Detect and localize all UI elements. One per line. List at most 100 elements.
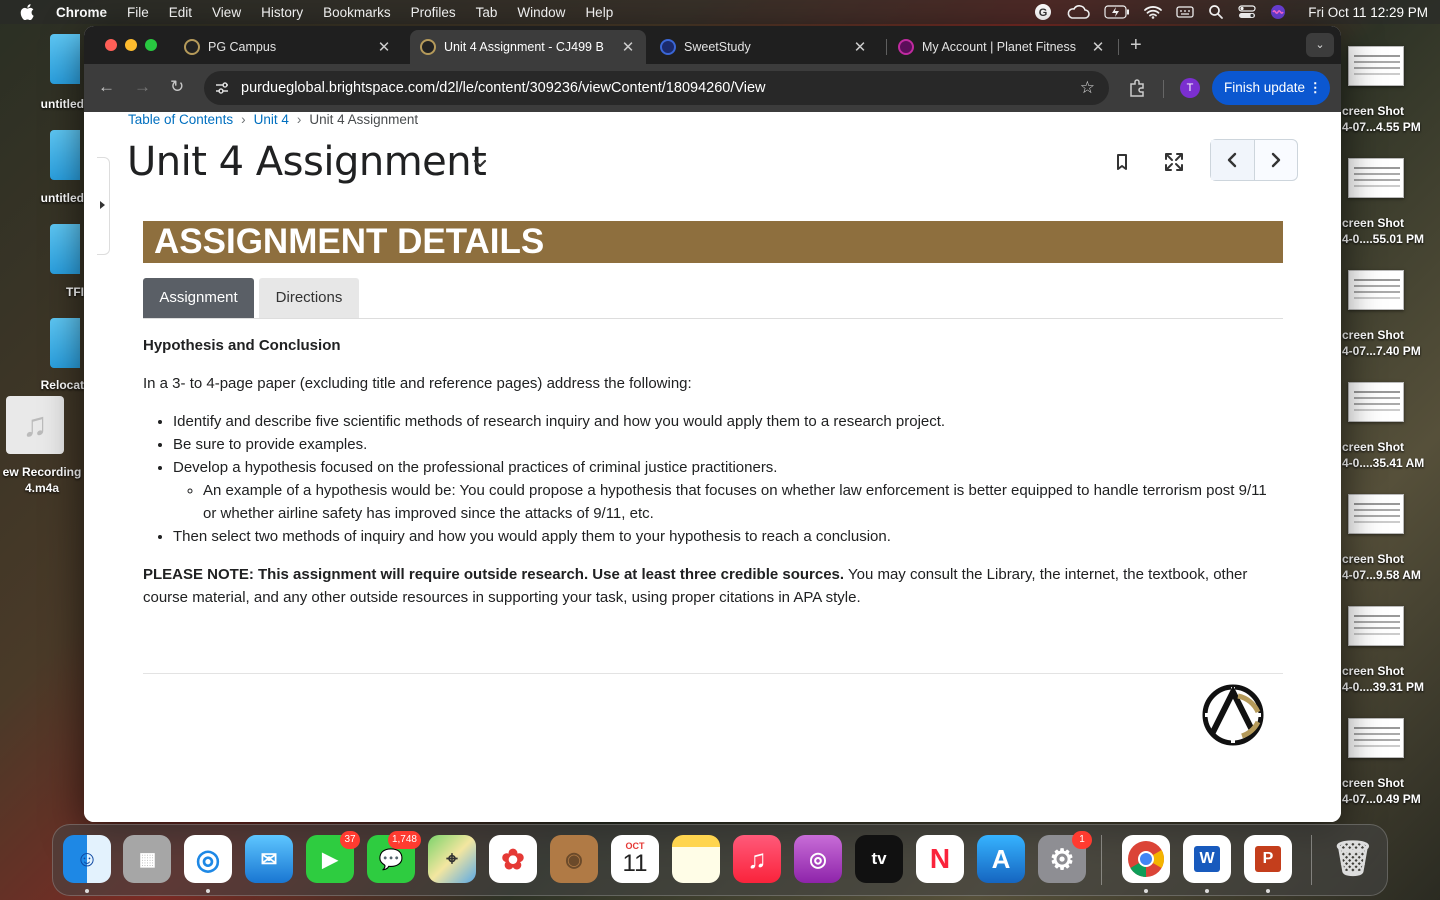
safari-icon[interactable]: ◎ [184, 835, 232, 883]
news-icon[interactable]: N [916, 835, 964, 883]
menu-history[interactable]: History [261, 5, 303, 20]
breadcrumb-table-of-contents[interactable]: Table of Contents [128, 112, 233, 127]
menu-edit[interactable]: Edit [169, 5, 192, 20]
url-text[interactable]: purdueglobal.brightspace.com/d2l/le/cont… [241, 80, 766, 96]
apple-tv-icon[interactable]: tv [855, 835, 903, 883]
reload-icon[interactable]: ↻ [170, 77, 184, 97]
audio-file-icon[interactable]: ♫ [6, 396, 64, 454]
finder-icon[interactable]: ☺ [63, 835, 111, 883]
close-tab-icon[interactable]: ✕ [852, 38, 868, 56]
screenshot-thumbnail [1348, 382, 1404, 422]
minimize-window-button[interactable] [125, 39, 137, 51]
site-info-icon[interactable] [214, 80, 230, 96]
screenshot-file[interactable]: creen Shot 4-07...4.55 PM [1342, 40, 1440, 152]
desktop-item-label[interactable]: ew Recording 4.m4a [0, 464, 84, 496]
menu-profiles[interactable]: Profiles [411, 5, 456, 20]
address-bar[interactable]: purdueglobal.brightspace.com/d2l/le/cont… [204, 71, 1109, 105]
note-bold-text: PLEASE NOTE: This assignment will requir… [143, 566, 845, 583]
requirements-list: Identify and describe five scientific me… [173, 410, 1283, 548]
wifi-icon[interactable] [1144, 5, 1163, 19]
assignment-details-banner: ASSIGNMENT DETAILS [143, 221, 1283, 263]
trash-icon[interactable]: 🗑 [1329, 835, 1377, 883]
close-window-button[interactable] [105, 39, 117, 51]
cloud-sync-icon[interactable] [1066, 4, 1090, 20]
control-center-icon[interactable] [1238, 5, 1256, 19]
menubar-clock[interactable]: Fri Oct 11 12:29 PM [1308, 5, 1428, 20]
profile-avatar[interactable]: T [1180, 78, 1200, 98]
screenshot-file[interactable]: creen Shot 4-0....35.41 AM [1342, 376, 1440, 488]
desktop-item-label: untitled [40, 191, 84, 205]
mail-icon[interactable]: ✉ [245, 835, 293, 883]
spotlight-search-icon[interactable] [1208, 4, 1224, 20]
tab-directions[interactable]: Directions [259, 278, 359, 318]
bookmark-star-icon[interactable]: ☆ [1080, 78, 1095, 98]
apple-icon[interactable] [20, 4, 34, 20]
previous-topic-button[interactable] [1211, 140, 1255, 180]
close-tab-icon[interactable]: ✕ [1090, 38, 1106, 56]
calendar-icon[interactable]: OCT 11 [611, 835, 659, 883]
tab-assignment[interactable]: Assignment [143, 278, 254, 318]
keyboard-icon[interactable] [1176, 5, 1194, 19]
tab-search-chevron-icon[interactable]: ⌄ [1306, 33, 1334, 57]
desktop-item-label: untitled [40, 97, 84, 111]
battery-icon[interactable] [1104, 5, 1130, 19]
running-indicator [1205, 889, 1209, 893]
list-item: Identify and describe five scientific me… [173, 410, 1283, 433]
file-name: creen Shot [1342, 440, 1405, 454]
launchpad-icon[interactable]: ▦ [123, 835, 171, 883]
podcasts-icon[interactable]: ◎ [794, 835, 842, 883]
menu-file[interactable]: File [127, 5, 149, 20]
sidebar-expand-toggle[interactable] [97, 157, 110, 255]
menu-window[interactable]: Window [517, 5, 565, 20]
bookmark-icon[interactable] [1115, 153, 1129, 171]
screenshot-thumbnail [1348, 270, 1404, 310]
menu-bookmarks[interactable]: Bookmarks [323, 5, 391, 20]
svg-text:G: G [1039, 7, 1048, 19]
zoom-window-button[interactable] [145, 39, 157, 51]
photos-icon[interactable]: ✿ [489, 835, 537, 883]
close-tab-icon[interactable]: ✕ [620, 38, 636, 56]
chevron-right-icon [1271, 152, 1280, 168]
browser-tab-pg-campus[interactable]: PG Campus ✕ [172, 30, 402, 64]
chrome-icon[interactable] [1122, 835, 1170, 883]
screenshot-file[interactable]: creen Shot 4-0....55.01 PM [1342, 152, 1440, 264]
finish-update-button[interactable]: Finish update ⋮ [1212, 71, 1330, 105]
maps-icon[interactable]: ⌖ [428, 835, 476, 883]
menu-view[interactable]: View [212, 5, 241, 20]
browser-tab-sweetstudy[interactable]: SweetStudy ✕ [648, 30, 878, 64]
siri-icon[interactable] [1270, 4, 1286, 20]
chevron-down-icon[interactable] [472, 158, 488, 170]
back-arrow-icon[interactable]: ← [98, 77, 115, 97]
facetime-icon[interactable]: ▶ 37 [306, 831, 360, 883]
file-name: creen Shot [1342, 216, 1405, 230]
music-icon[interactable]: ♫ [733, 835, 781, 883]
new-tab-button[interactable]: + [1130, 34, 1142, 57]
close-tab-icon[interactable]: ✕ [376, 38, 392, 56]
fullscreen-icon[interactable] [1164, 152, 1184, 172]
menu-help[interactable]: Help [585, 5, 613, 20]
browser-tab-unit4-assignment[interactable]: Unit 4 Assignment - CJ499 B ✕ [410, 30, 646, 64]
notes-icon[interactable] [672, 835, 720, 883]
menu-app-name[interactable]: Chrome [56, 5, 107, 20]
browser-tab-planet-fitness[interactable]: My Account | Planet Fitness ✕ [886, 30, 1116, 64]
menu-tab[interactable]: Tab [476, 5, 498, 20]
screenshot-file[interactable]: creen Shot 4-07...9.58 AM [1342, 488, 1440, 600]
next-topic-button[interactable] [1255, 140, 1298, 180]
app-store-icon[interactable]: A [977, 835, 1025, 883]
screenshot-file[interactable]: creen Shot 4-0....39.31 PM [1342, 600, 1440, 712]
extensions-puzzle-icon[interactable] [1127, 78, 1147, 98]
system-settings-icon[interactable]: ⚙ 1 [1038, 831, 1092, 883]
powerpoint-icon[interactable]: P [1244, 835, 1292, 883]
messages-icon[interactable]: 💬 1,748 [367, 831, 421, 883]
topic-pager [1210, 139, 1298, 181]
grammarly-icon[interactable]: G [1034, 3, 1052, 21]
menu-bar: Chrome File Edit View History Bookmarks … [0, 0, 1440, 24]
file-name: 4-07...9.58 AM [1342, 568, 1421, 582]
word-icon[interactable]: W [1183, 835, 1231, 883]
forward-arrow-icon[interactable]: → [134, 77, 151, 97]
screenshot-file[interactable]: creen Shot 4-07...7.40 PM [1342, 264, 1440, 376]
breadcrumb-unit-4[interactable]: Unit 4 [254, 112, 289, 127]
more-menu-icon[interactable]: ⋮ [1309, 71, 1323, 105]
screenshot-file[interactable]: creen Shot 4-07...0.49 PM [1342, 712, 1440, 824]
contacts-icon[interactable]: ◉ [550, 835, 598, 883]
